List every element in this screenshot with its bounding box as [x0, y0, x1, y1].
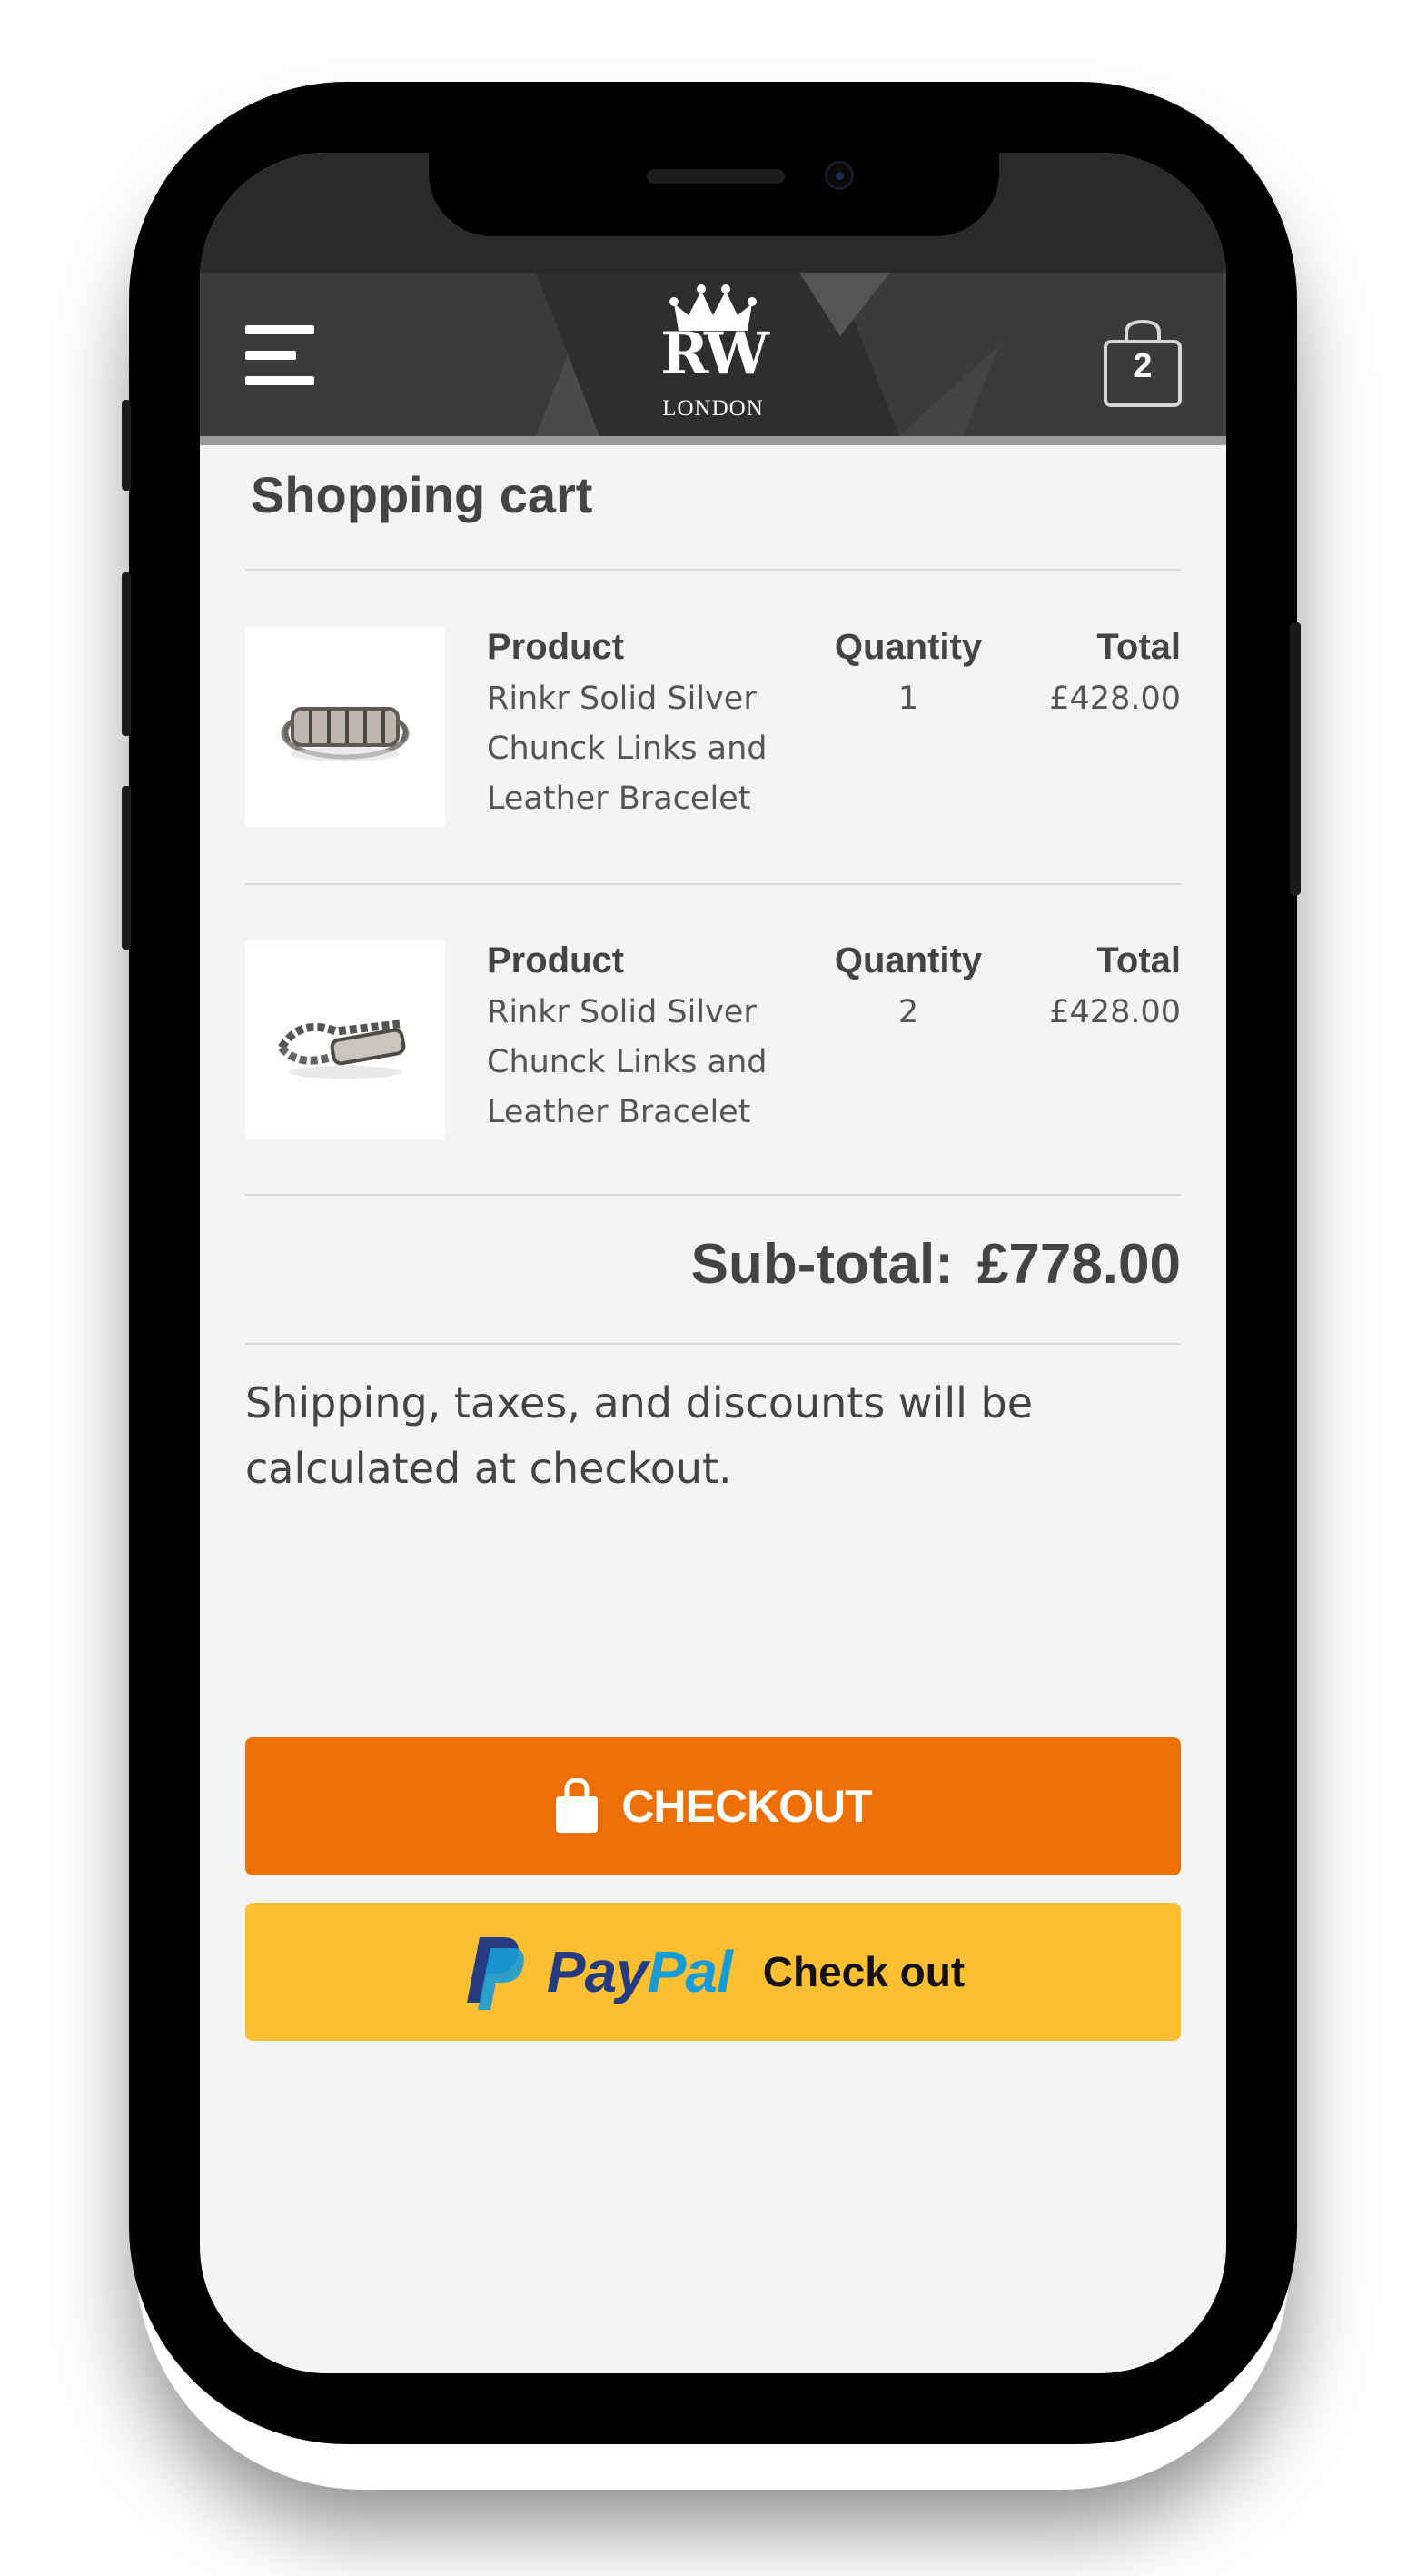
item-total: £428.00 [1049, 681, 1181, 717]
total-column-header: Total [1096, 940, 1181, 980]
notch [429, 153, 999, 236]
site-header: RW LONDON 2 [200, 273, 1226, 436]
bracelet-chunky-image [281, 707, 410, 761]
shopping-bag-icon[interactable]: 2 [1103, 318, 1183, 409]
subtotal-value: £778.00 [976, 1233, 1181, 1296]
item-total: £428.00 [1049, 994, 1181, 1030]
mute-switch [122, 400, 131, 491]
quantity-column-header: Quantity [834, 627, 983, 667]
hamburger-menu-icon[interactable] [245, 325, 314, 389]
logo-subtitle: LONDON [662, 396, 764, 421]
quantity-column-header: Quantity [834, 940, 983, 980]
item-quantity: 1 [897, 681, 919, 717]
shipping-note: Shipping, taxes, and discounts will be c… [245, 1378, 1034, 1493]
cart-count-badge: 2 [1133, 347, 1153, 385]
front-camera [825, 161, 854, 190]
subtotal-label: Sub-total: [690, 1233, 954, 1296]
status-bar [200, 153, 1226, 273]
product-column-header: Product [487, 627, 625, 667]
logo-monogram: RW [660, 320, 769, 388]
divider [245, 569, 1181, 571]
product-column-header: Product [487, 940, 625, 980]
brand-logo[interactable]: RW LONDON [563, 282, 863, 436]
power-button [1290, 622, 1301, 895]
paypal-wordmark: PayPal [546, 1939, 733, 2004]
page-title: Shopping cart [251, 466, 593, 523]
cart-item: Product Rinkr Solid Silver Chunck Links … [245, 940, 1181, 1140]
shopping-bag-icon [556, 1778, 599, 1833]
divider [245, 1194, 1181, 1196]
paypal-checkout-button[interactable]: PayPal Check out [245, 1903, 1181, 2041]
volume-up-button [122, 572, 131, 736]
product-image[interactable] [245, 627, 445, 827]
divider [245, 883, 1181, 885]
item-quantity: 2 [897, 994, 919, 1030]
product-image[interactable] [245, 940, 445, 1140]
volume-down-button [122, 786, 131, 950]
divider [245, 1343, 1181, 1345]
total-column-header: Total [1096, 627, 1181, 667]
paypal-checkout-label: Check out [762, 1948, 966, 1995]
phone-screen: RW LONDON 2 Shopping cart Product Rinkr … [200, 153, 1226, 2373]
product-name-link[interactable]: Rinkr Solid Silver Chunck Links and Leat… [487, 988, 814, 1138]
cart-item: Product Rinkr Solid Silver Chunck Links … [245, 627, 1181, 827]
speaker-grille [647, 169, 785, 184]
header-border [200, 436, 1226, 445]
subtotal: Sub-total: £778.00 [691, 1232, 1181, 1297]
checkout-label: CHECKOUT [621, 1781, 872, 1832]
product-name-link[interactable]: Rinkr Solid Silver Chunck Links and Leat… [487, 674, 814, 824]
paypal-icon [466, 1937, 524, 2010]
checkout-button[interactable]: CHECKOUT [245, 1737, 1181, 1875]
bracelet-chain-image [278, 1019, 406, 1079]
